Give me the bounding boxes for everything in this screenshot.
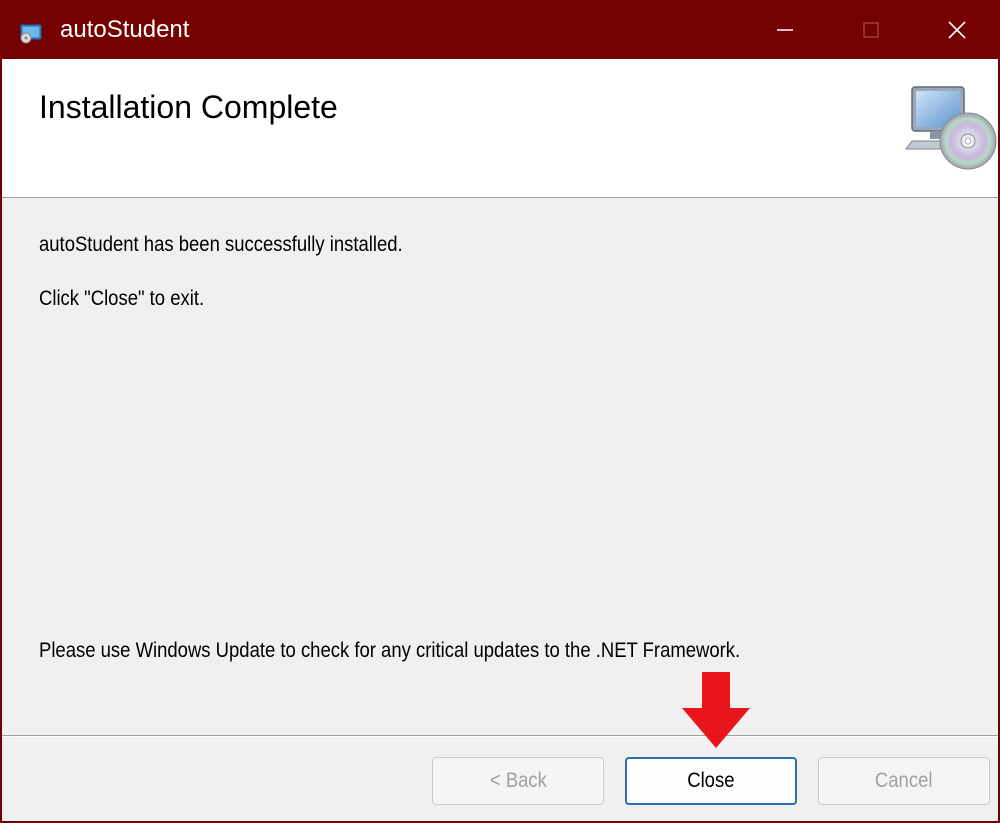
windows-update-note: Please use Windows Update to check for a… [39, 639, 741, 662]
close-button[interactable]: Close [625, 757, 797, 805]
setup-computer-cd-icon [905, 86, 997, 170]
page-title: Installation Complete [39, 89, 338, 125]
close-icon [948, 20, 966, 39]
red-down-arrow-icon [682, 672, 750, 748]
exit-instruction: Click "Close" to exit. [39, 287, 205, 310]
minimize-button[interactable] [742, 0, 828, 59]
title-bar[interactable]: autoStudent [0, 0, 1000, 59]
cancel-button: Cancel [818, 757, 990, 805]
cancel-button-label: Cancel [875, 769, 933, 792]
minimize-icon [777, 28, 793, 31]
maximize-button [828, 0, 914, 59]
window-title: autoStudent [60, 16, 190, 43]
back-button-label: < Back [489, 769, 547, 792]
maximize-icon [863, 21, 879, 38]
wizard-header: Installation Complete [2, 59, 998, 198]
app-icon [20, 24, 42, 44]
window-close-button[interactable] [914, 0, 1000, 59]
back-button: < Back [432, 757, 604, 805]
installer-window: autoStudent Installation Complete autoSt… [0, 0, 1000, 823]
footer-divider [2, 735, 998, 737]
success-message: autoStudent has been successfully instal… [39, 233, 403, 256]
close-button-label: Close [687, 769, 735, 792]
